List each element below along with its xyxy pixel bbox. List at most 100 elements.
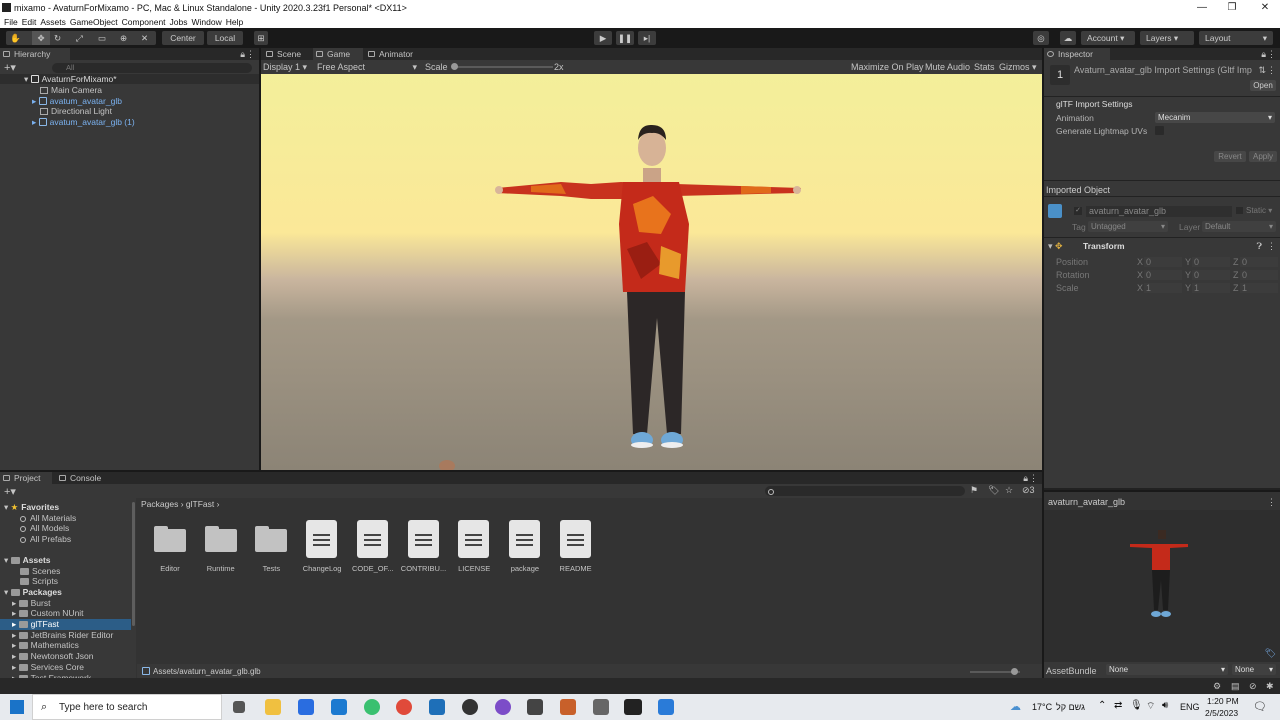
scale-tool-icon[interactable]: ⤢	[76, 31, 83, 45]
file-asset[interactable]: LICENSE	[448, 518, 500, 574]
github-icon[interactable]	[495, 699, 511, 715]
language-indicator[interactable]: ENG	[1180, 702, 1200, 712]
breadcrumb-gltfast[interactable]: glTFast	[186, 499, 214, 509]
weather-text[interactable]: גשם קל	[1056, 702, 1085, 712]
file-asset[interactable]: CONTRIBU...	[398, 518, 450, 574]
wifi-icon[interactable]: ⌔	[1146, 700, 1155, 713]
tree-scrollbar[interactable]	[132, 502, 135, 626]
transform-z-field[interactable]: 0	[1240, 257, 1278, 267]
hierarchy-item-main-camera[interactable]: Main Camera	[40, 85, 102, 95]
pivot-center-button[interactable]: Center	[162, 31, 204, 45]
tab-inspector[interactable]: Inspector	[1044, 48, 1110, 60]
hierarchy-search-input[interactable]: All	[52, 63, 252, 73]
gizmos-dropdown[interactable]: Gizmos ▾	[999, 62, 1037, 73]
panel-menu-icon[interactable]: ⋮	[1029, 473, 1038, 484]
unity-editor-icon[interactable]	[624, 699, 642, 715]
object-name-field[interactable]: avaturn_avatar_glb	[1086, 206, 1232, 217]
scale-slider-handle[interactable]	[451, 63, 458, 70]
transform-y-field[interactable]: 0	[1192, 270, 1230, 280]
create-asset-icon[interactable]: +▾	[4, 485, 16, 498]
layer-dropdown[interactable]: Default	[1202, 221, 1276, 232]
menu-edit[interactable]: Edit	[22, 16, 37, 28]
tree-package-item[interactable]: ▸ Services Core	[0, 662, 131, 673]
windows-start-icon[interactable]	[10, 700, 24, 714]
custom-tool-icon[interactable]: ✕	[141, 31, 148, 45]
lightmap-checkbox[interactable]	[1155, 126, 1164, 135]
step-button[interactable]: ▸|	[638, 31, 656, 45]
stats-toggle[interactable]: Stats	[974, 62, 995, 72]
tree-assets[interactable]: ▾ Assets	[0, 555, 131, 566]
lock-icon[interactable]: 🔒︎	[240, 49, 245, 60]
label-tag-icon[interactable]: 🏷︎	[1265, 648, 1276, 659]
app3-icon[interactable]	[593, 699, 609, 715]
tab-animator[interactable]: Animator	[365, 48, 425, 60]
notifications-icon[interactable]: 🗨︎	[1253, 700, 1267, 713]
hierarchy-item-avatar[interactable]: ▸ avatum_avatar_glb	[32, 96, 122, 106]
file-explorer-icon[interactable]	[265, 699, 281, 715]
mute-audio-toggle[interactable]: Mute Audio	[925, 62, 970, 72]
menu-jobs[interactable]: Jobs	[170, 16, 188, 28]
help-icon[interactable]: ❓︎	[1257, 241, 1262, 252]
grid-snap-icon[interactable]: ⊞	[254, 31, 268, 45]
menu-gameobject[interactable]: GameObject	[70, 16, 118, 28]
revert-button[interactable]: Revert	[1214, 151, 1246, 162]
minimize-icon[interactable]: —	[1187, 0, 1217, 16]
apply-button[interactable]: Apply	[1249, 151, 1277, 162]
preview-avatar[interactable]	[1128, 526, 1192, 622]
static-checkbox[interactable]	[1236, 207, 1243, 214]
tree-package-item[interactable]: ▸ Burst	[0, 598, 131, 609]
menu-help[interactable]: Help	[226, 16, 243, 28]
menu-component[interactable]: Component	[122, 16, 166, 28]
photos-icon[interactable]	[429, 699, 445, 715]
debug-icon[interactable]: ⊘	[1249, 681, 1257, 692]
vscode-icon[interactable]	[658, 699, 674, 715]
menu-window[interactable]: Window	[192, 16, 222, 28]
tree-favorite-item[interactable]: All Prefabs	[0, 534, 131, 545]
project-search-input[interactable]	[765, 486, 965, 496]
transform-x-field[interactable]: 1	[1144, 283, 1182, 293]
transform-y-field[interactable]: 1	[1192, 283, 1230, 293]
lock-icon[interactable]: 🔒︎	[1261, 49, 1266, 60]
panel-menu-icon[interactable]: ⋮	[1267, 49, 1276, 60]
notification-icon[interactable]: ✱	[1266, 681, 1274, 692]
assetbundle-variant-dropdown[interactable]: None	[1232, 664, 1276, 675]
tab-project[interactable]: Project	[0, 472, 52, 484]
transform-z-field[interactable]: 1	[1240, 283, 1278, 293]
weather-temp[interactable]: 17°C	[1032, 702, 1052, 712]
volume-icon[interactable]: 🔊︎	[1162, 700, 1168, 711]
tab-game[interactable]: Game	[313, 48, 363, 60]
menu-file[interactable]: File	[4, 16, 18, 28]
pause-button[interactable]: ❚❚	[616, 31, 634, 45]
folder-asset[interactable]: Tests	[245, 518, 297, 574]
play-button[interactable]: ▶	[594, 31, 612, 45]
account-dropdown[interactable]: Account ▾	[1081, 31, 1135, 45]
open-button[interactable]: Open	[1250, 80, 1276, 91]
move-tool-icon[interactable]: ✥	[32, 31, 50, 45]
rect-tool-icon[interactable]: ▭	[98, 31, 106, 45]
tree-package-item[interactable]: ▸ Newtonsoft Json	[0, 651, 131, 662]
hierarchy-item-avatar-1[interactable]: ▸ avatum_avatar_glb (1)	[32, 117, 135, 127]
panel-menu-icon[interactable]: ⋮	[246, 49, 255, 60]
transform-x-field[interactable]: 0	[1144, 257, 1182, 267]
app2-icon[interactable]	[462, 699, 478, 715]
settings-icon[interactable]: ⇅	[1258, 65, 1266, 76]
winrar-icon[interactable]	[560, 699, 576, 715]
scene-root[interactable]: ▾ AvaturnForMixamo*	[24, 74, 117, 84]
tab-console[interactable]: Console	[56, 472, 116, 484]
transform-z-field[interactable]: 0	[1240, 270, 1278, 280]
clock-date[interactable]: 2/5/2023	[1205, 708, 1238, 718]
file-asset[interactable]: README	[550, 518, 602, 574]
network-icon[interactable]: ⇄	[1114, 700, 1122, 711]
component-menu-icon[interactable]: ⋮	[1267, 241, 1276, 252]
active-checkbox[interactable]: ✓	[1074, 207, 1082, 215]
file-asset[interactable]: package	[499, 518, 551, 574]
progress-icon[interactable]: ▤	[1231, 681, 1240, 692]
display-dropdown[interactable]: Display 1 ▾	[263, 62, 307, 73]
maximize-icon[interactable]: ❐	[1217, 0, 1247, 16]
menu-assets[interactable]: Assets	[40, 16, 66, 28]
tree-package-item[interactable]: ▸ Custom NUnit	[0, 608, 131, 619]
tree-package-item[interactable]: ▸ Mathematics	[0, 640, 131, 651]
tree-favorite-item[interactable]: All Models	[0, 523, 131, 534]
transform-tool-icon[interactable]: ⊕	[120, 31, 127, 45]
hand-tool-icon[interactable]: ✋	[10, 31, 21, 45]
